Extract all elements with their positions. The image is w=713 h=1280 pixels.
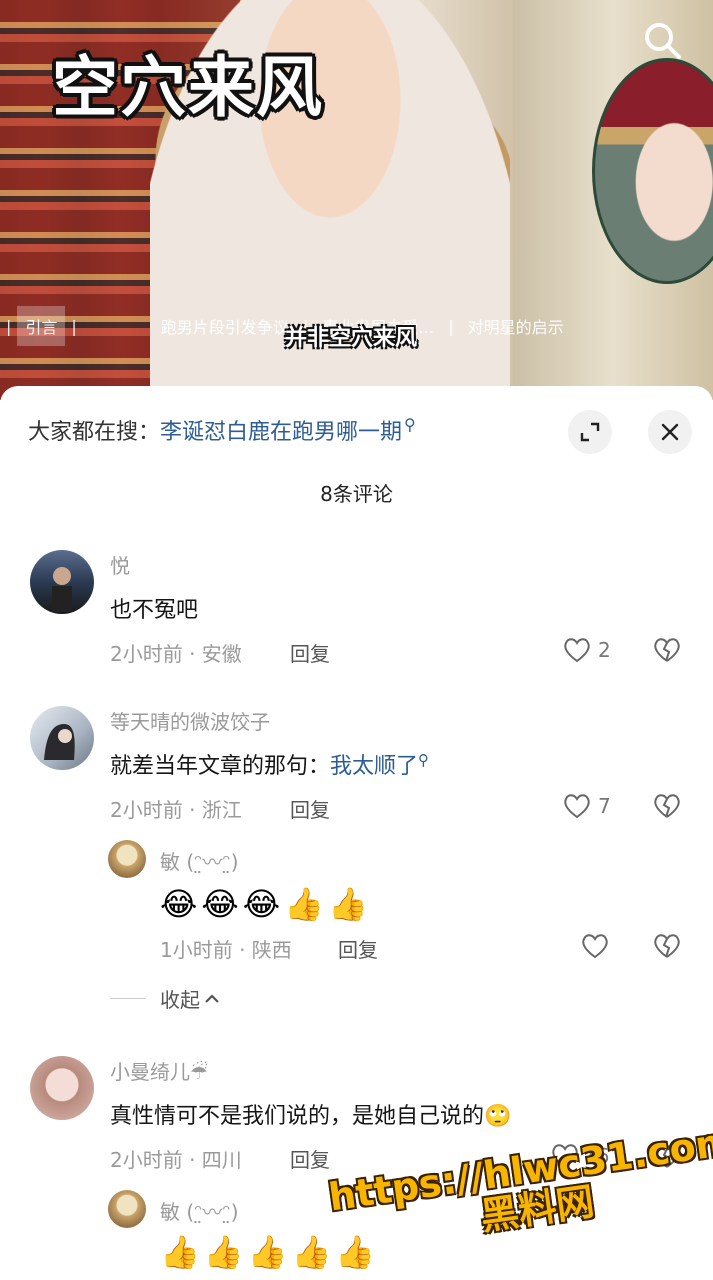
dislike-button[interactable]: [652, 792, 682, 824]
dislike-button[interactable]: [652, 636, 682, 668]
chapter-separator: |: [71, 316, 77, 336]
collapse-replies-button[interactable]: 收起: [110, 984, 220, 1013]
emoji-laugh-cry: 😂: [242, 885, 281, 923]
search-small-icon: ⚲: [404, 414, 416, 434]
chapter-separator: |: [448, 316, 454, 336]
search-suggestion-prefix: 大家都在搜：: [28, 420, 161, 445]
reply-button[interactable]: 回复: [290, 794, 330, 823]
emoji-laugh-cry: 😂: [160, 885, 198, 923]
like-button[interactable]: 7: [562, 792, 611, 820]
chapter-separator: |: [6, 316, 12, 336]
comment-author[interactable]: 等天晴的微波饺子: [110, 706, 270, 735]
comment-text: 就差当年文章的那句：我太顺了⚲: [110, 748, 429, 780]
emoji-thumbs-up: 👍: [291, 1233, 332, 1271]
chevron-up-icon: [205, 993, 219, 1003]
reply-meta: 1小时前 · 陕西: [160, 938, 292, 962]
comment-count: 8条评论: [320, 482, 393, 506]
emoji-thumbs-up: 👍: [247, 1233, 288, 1271]
search-suggestion-link[interactable]: 李诞怼白鹿在跑男哪一期: [160, 414, 402, 446]
avatar[interactable]: [30, 550, 94, 614]
expand-icon: [580, 422, 600, 442]
comment-meta: 2小时前 · 安徽: [110, 642, 242, 666]
chapter-intro[interactable]: 引言: [17, 306, 66, 346]
avatar[interactable]: [30, 706, 94, 770]
reply-author[interactable]: 敏 (ᵔ̤〰ᵔ̤): [160, 846, 239, 875]
search-icon[interactable]: [640, 18, 684, 62]
expand-button[interactable]: [568, 410, 612, 454]
comment-text-body: 就差当年文章的那句：: [110, 754, 331, 779]
reply-avatar[interactable]: [108, 1190, 146, 1228]
reply-author[interactable]: 敏 (ᵔ̤〰ᵔ̤): [160, 1196, 239, 1225]
broken-heart-icon: [654, 794, 680, 818]
reply-like-button[interactable]: [580, 932, 610, 960]
comment-meta: 2小时前 · 四川: [110, 1148, 242, 1172]
heart-icon: [564, 638, 590, 663]
chapter-lesson[interactable]: 对明星的启示: [460, 306, 572, 346]
comment-author[interactable]: 悦: [110, 550, 130, 579]
like-button[interactable]: 2: [562, 636, 611, 664]
emoji-thumbs-up: 👍: [284, 885, 325, 923]
like-count: 2: [598, 638, 611, 662]
comment-text: 也不冤吧: [110, 598, 199, 623]
comment-text: 真性情可不是我们说的，是她自己说的🙄: [110, 1104, 512, 1129]
close-button[interactable]: [648, 410, 692, 454]
emoji-thumbs-up: 👍: [203, 1233, 244, 1271]
collapse-divider: [110, 998, 146, 999]
close-icon: [661, 423, 679, 441]
reply-button[interactable]: 回复: [338, 934, 378, 963]
search-suggestion[interactable]: 大家都在搜： 李诞怼白鹿在跑男哪一期 ⚲: [28, 414, 416, 446]
chapter-controversy[interactable]: 跑男片段引发争议: [153, 306, 297, 346]
reply-button[interactable]: 回复: [290, 1144, 330, 1173]
chapter-label: 对明星的启示: [467, 318, 564, 337]
reply-dislike-button[interactable]: [652, 932, 682, 964]
heart-icon: [564, 794, 590, 819]
like-count: 7: [598, 794, 611, 818]
avatar[interactable]: [30, 1056, 94, 1120]
reply-avatar[interactable]: [108, 840, 146, 878]
video-player[interactable]: 空穴来风 | 引言 | 跑男片段引发争议 | 事业发展未受… | 对明星的启示 …: [0, 0, 713, 400]
broken-heart-icon: [654, 934, 680, 958]
collapse-label: 收起: [160, 988, 200, 1012]
reply-emoji-row: 😂 😂 😂 👍 👍: [160, 888, 368, 920]
reply-button[interactable]: 回复: [290, 638, 330, 667]
chapter-label: 引言: [25, 318, 58, 337]
search-small-icon: ⚲: [418, 751, 430, 769]
emoji-thumbs-up: 👍: [160, 1233, 200, 1271]
emoji-thumbs-up: 👍: [328, 885, 368, 923]
emoji-laugh-cry: 😂: [201, 885, 239, 923]
comment-author[interactable]: 小曼绮儿☔: [110, 1056, 208, 1085]
video-subtitle: 并非空穴来风: [285, 326, 418, 351]
comment-search-link[interactable]: 我太顺了: [330, 754, 418, 779]
chapter-label: 跑男片段引发争议: [160, 318, 289, 337]
comment-meta: 2小时前 · 浙江: [110, 798, 242, 822]
video-title: 空穴来风: [52, 49, 324, 126]
heart-icon: [582, 934, 608, 959]
broken-heart-icon: [654, 638, 680, 662]
